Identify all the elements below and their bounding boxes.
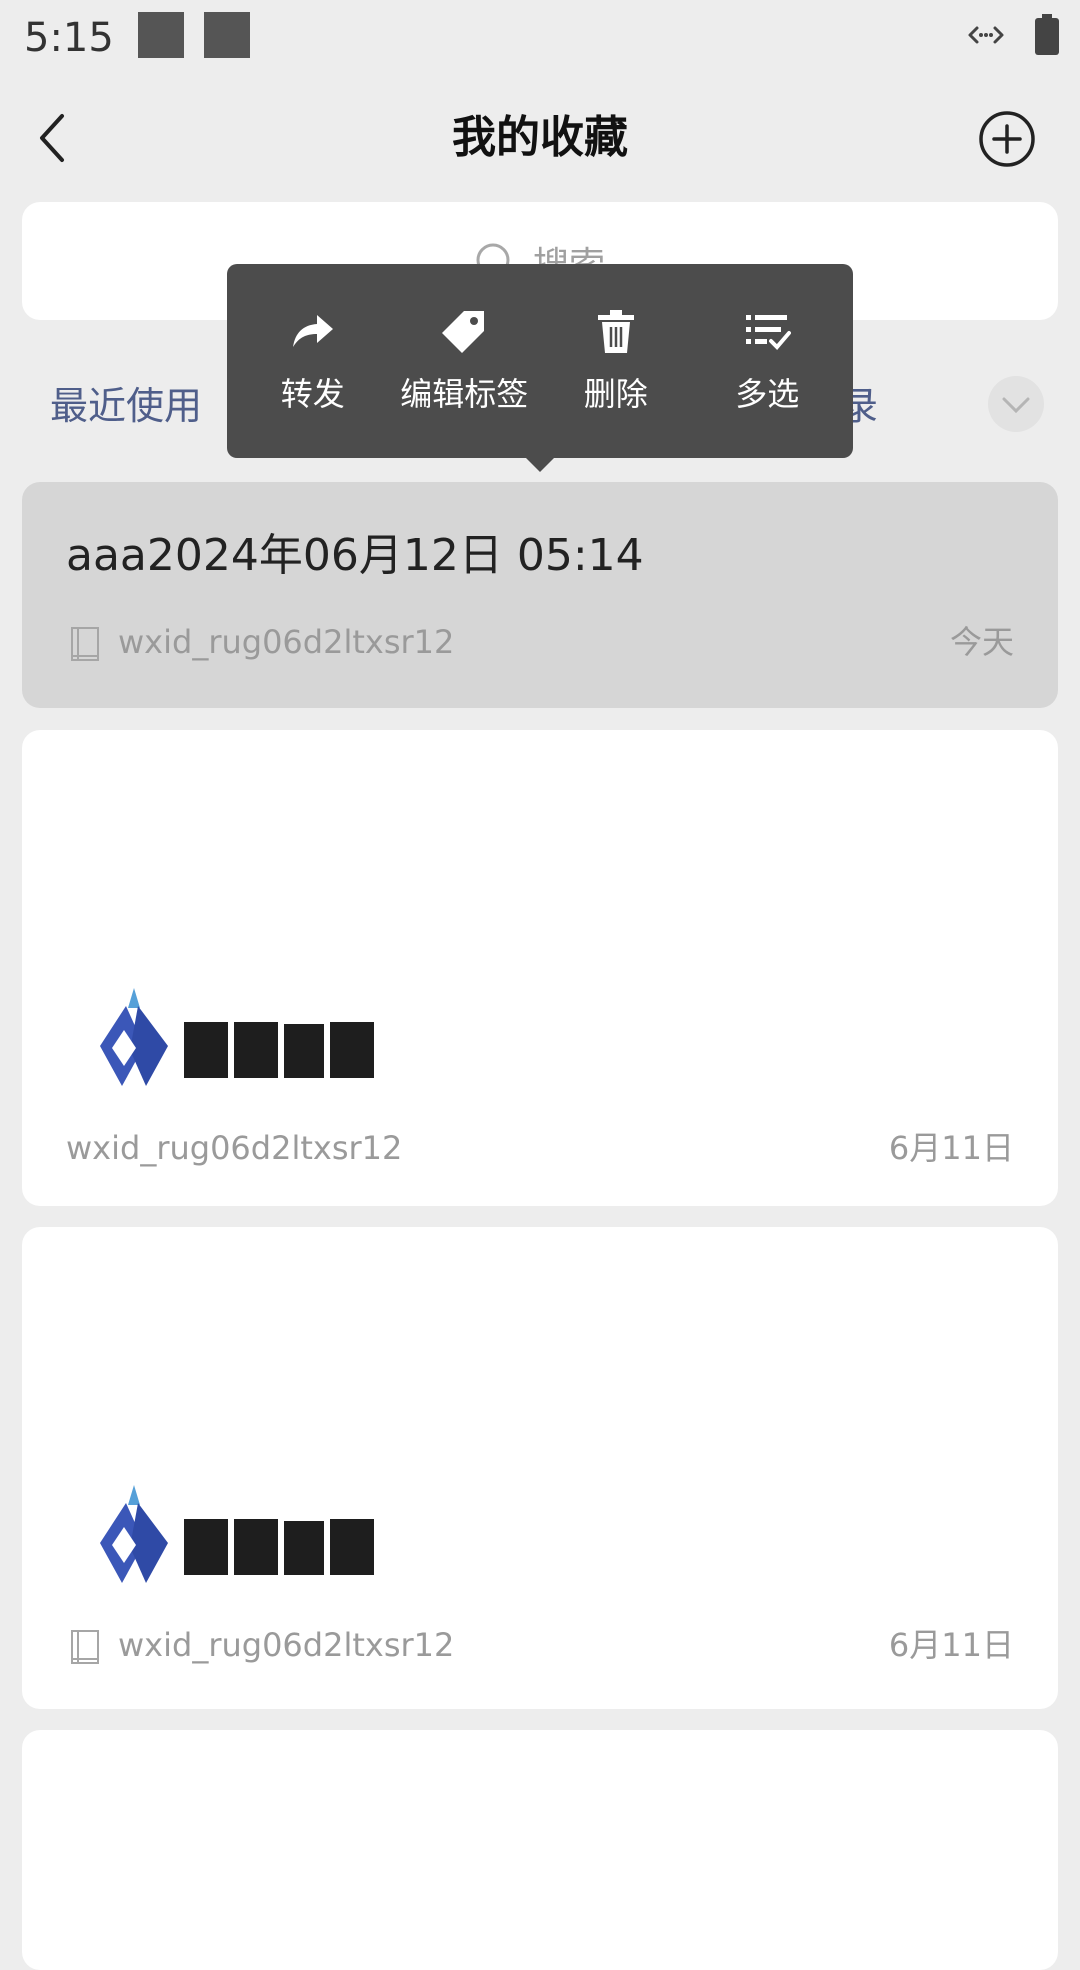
favorite-source: wxid_rug06d2ltxsr12: [118, 623, 455, 661]
forward-icon: [292, 315, 333, 347]
favorite-date: 6月11日: [888, 1626, 1014, 1664]
logo-image: [100, 988, 374, 1086]
note-icon: [71, 1630, 99, 1664]
favorite-card[interactable]: wxid_rug06d2ltxsr12 6月11日: [22, 730, 1058, 1206]
favorite-date: 今天: [949, 623, 1014, 661]
logo-image: [100, 1485, 374, 1583]
multiselect-icon: [746, 315, 792, 350]
menu-label: 删除: [583, 375, 648, 413]
favorite-source: wxid_rug06d2ltxsr12: [118, 1626, 455, 1664]
favorite-source: wxid_rug06d2ltxsr12: [66, 1129, 403, 1167]
context-menu: 转发 编辑标签 删除 多选: [227, 264, 853, 458]
favorite-title: aaa2024年06月12日 05:14: [66, 530, 644, 581]
expand-filter-button[interactable]: [988, 376, 1044, 432]
menu-multiselect[interactable]: 多选: [697, 307, 837, 415]
status-icons: [964, 14, 1060, 56]
menu-label: 转发: [280, 375, 345, 413]
menu-label: 多选: [735, 375, 800, 413]
filter-recent[interactable]: 最近使用: [50, 378, 202, 434]
trash-icon: [597, 310, 634, 353]
favorite-card[interactable]: wxid_rug06d2ltxsr12 6月11日: [22, 1227, 1058, 1709]
favorite-card[interactable]: aaa2024年06月12日 05:14 wxid_rug06d2ltxsr12…: [22, 482, 1058, 708]
note-icon: [71, 627, 99, 661]
add-icon[interactable]: [978, 110, 1036, 168]
menu-pointer: [524, 456, 556, 472]
page-title: 我的收藏: [452, 112, 628, 163]
menu-delete[interactable]: 删除: [546, 307, 686, 415]
menu-edit-tag[interactable]: 编辑标签: [394, 307, 534, 415]
chevron-down-icon: [1002, 397, 1030, 414]
status-time: 5:15: [24, 15, 114, 61]
notification-icon: [204, 12, 250, 58]
menu-label: 编辑标签: [400, 375, 529, 413]
menu-forward[interactable]: 转发: [243, 307, 383, 415]
tag-icon: [442, 311, 485, 353]
favorite-card[interactable]: [22, 1730, 1058, 1970]
data-transfer-icon: [968, 26, 1004, 44]
favorite-date: 6月11日: [888, 1129, 1014, 1167]
battery-icon: [1035, 14, 1059, 55]
notification-icon: [138, 12, 184, 58]
